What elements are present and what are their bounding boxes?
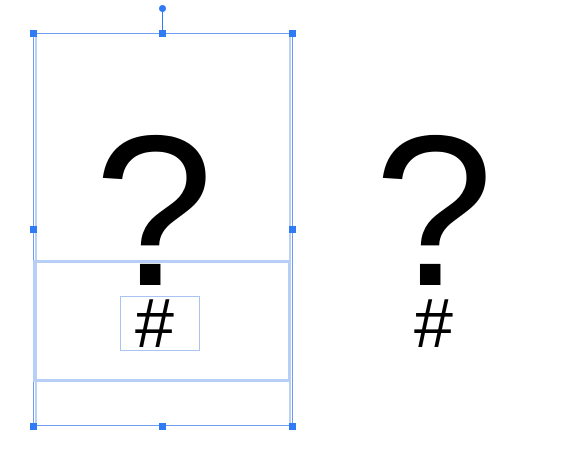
resize-handle-middle-right[interactable] [289,226,296,233]
hash-text-box[interactable] [120,296,200,351]
resize-handle-bottom-center[interactable] [159,423,166,430]
resize-handle-bottom-left[interactable] [30,423,37,430]
unselected-hash-glyph[interactable]: # [414,288,453,358]
resize-handle-top-left[interactable] [30,30,37,37]
resize-handle-bottom-right[interactable] [289,423,296,430]
resize-handle-top-right[interactable] [289,30,296,37]
design-canvas[interactable]: ? # ? # [0,0,565,466]
resize-handle-middle-left[interactable] [30,226,37,233]
resize-handle-top-center[interactable] [159,30,166,37]
rotate-handle-icon[interactable] [159,5,166,12]
